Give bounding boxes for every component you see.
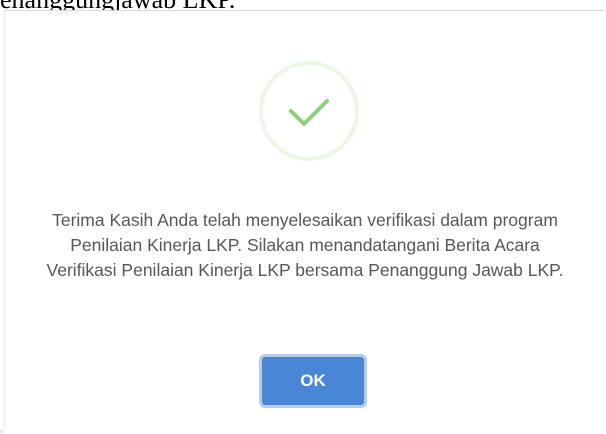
- ok-button-label: OK: [300, 371, 326, 390]
- checkmark-icon: [289, 99, 329, 126]
- ok-button[interactable]: OK: [259, 354, 367, 408]
- dialog-message: Terima Kasih Anda telah menyelesaikan ve…: [46, 210, 564, 280]
- corner-mark: [0, 430, 3, 433]
- success-dialog: Terima Kasih Anda telah menyelesaikan ve…: [4, 10, 605, 431]
- success-checkmark-icon: [259, 61, 359, 161]
